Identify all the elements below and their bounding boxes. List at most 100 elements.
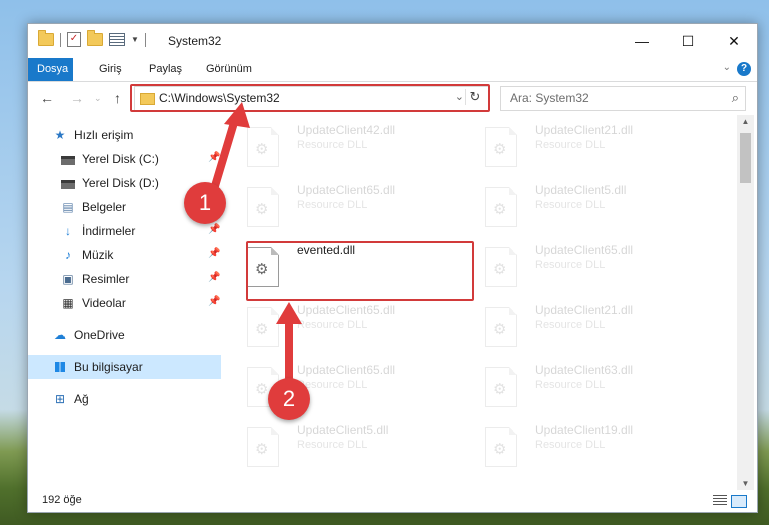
file-type: Resource DLL [535,259,606,271]
dll-file-icon: ⚙ [247,307,279,347]
help-button[interactable]: ? [737,62,751,76]
maximize-button[interactable]: ☐ [665,24,711,58]
sidebar-item-this-pc[interactable]: Bu bilgisayar [28,355,221,379]
file-name: UpdateClient65.dll [297,363,396,377]
recent-locations-icon[interactable]: ⌄ [94,93,102,104]
properties-check-icon[interactable]: ✓ [67,32,81,47]
file-name: UpdateClient65.dll [297,183,396,197]
sidebar-item-label: Hızlı erişim [74,128,134,142]
music-icon: ♪ [65,248,71,262]
title-bar: ✓ ▼ System32 — ☐ ✕ [28,24,757,58]
quick-access-toolbar: ✓ ▼ [38,30,146,47]
file-name: UpdateClient19.dll [535,423,634,437]
pin-icon: 📌 [208,248,221,259]
pin-icon: 📌 [208,296,221,307]
sidebar-item-label: İndirmeler [82,224,136,238]
back-button[interactable]: ← [40,90,54,106]
new-folder-icon[interactable] [87,30,103,46]
file-item[interactable]: ⚙ UpdateClient21.dll Resource DLL [481,299,701,355]
tab-dosya[interactable]: Dosya [28,58,73,81]
file-name: UpdateClient42.dll [297,123,396,137]
sidebar-item-onedrive[interactable]: ☁ OneDrive [28,323,221,347]
file-name: UpdateClient65.dll [297,303,396,317]
vertical-scrollbar[interactable]: ▲ ▼ [737,115,754,490]
file-item[interactable]: ⚙ UpdateClient5.dll Resource DLL [243,419,463,475]
close-button[interactable]: ✕ [711,24,757,58]
file-item[interactable]: ⚙ UpdateClient42.dll Resource DLL [243,119,463,175]
gear-icon: ⚙ [493,141,507,158]
file-type: Resource DLL [535,199,606,211]
status-bar: 192 öğe [28,490,757,512]
gear-icon: ⚙ [493,321,507,338]
network-icon: ⊞ [54,392,66,406]
dropdown-arrow-icon[interactable]: ▼ [131,35,139,44]
sidebar-item-local-disk-c[interactable]: Yerel Disk (C:) 📌 [28,147,221,171]
forward-button[interactable]: → [70,90,84,106]
dll-file-icon: ⚙ [485,367,517,407]
tab-paylas[interactable]: Paylaş [139,58,192,81]
file-list: ⚙ UpdateClient42.dll Resource DLL ⚙ Upda… [241,115,735,490]
drive-icon [60,175,76,191]
file-type: Resource DLL [297,199,368,211]
sidebar-item-pictures[interactable]: ▣ Resimler 📌 [28,267,221,291]
tab-giris[interactable]: Giriş [89,58,132,81]
video-icon: ▦ [62,296,74,310]
folder-icon [38,30,54,46]
file-item[interactable]: ⚙ UpdateClient21.dll Resource DLL [481,119,701,175]
tab-gorunum[interactable]: Görünüm [196,58,262,81]
gear-icon: ⚙ [255,381,269,398]
file-name: UpdateClient21.dll [535,123,634,137]
large-icons-view-icon[interactable] [731,495,747,508]
dll-file-icon: ⚙ [485,307,517,347]
pin-icon: 📌 [208,152,221,163]
file-item[interactable]: ⚙ UpdateClient19.dll Resource DLL [481,419,701,475]
dll-file-icon: ⚙ [485,247,517,287]
scroll-thumb[interactable] [740,133,751,183]
sidebar-item-downloads[interactable]: ↓ İndirmeler 📌 [28,219,221,243]
sidebar-item-label: OneDrive [74,328,125,342]
file-name: UpdateClient5.dll [297,423,389,437]
navigation-pane: ★ Hızlı erişim Yerel Disk (C:) 📌 Yerel D… [28,119,221,494]
file-item[interactable]: ⚙ UpdateClient65.dll Resource DLL [243,179,463,235]
file-type: Resource DLL [297,439,368,451]
dll-file-icon: ⚙ [247,427,279,467]
sidebar-item-network[interactable]: ⊞ Ağ [28,387,221,411]
file-name: UpdateClient5.dll [535,183,627,197]
pin-icon: 📌 [208,224,221,235]
scroll-up-icon[interactable]: ▲ [737,117,754,126]
gear-icon: ⚙ [255,321,269,338]
customize-icon[interactable] [109,33,125,46]
file-item[interactable]: ⚙ UpdateClient5.dll Resource DLL [481,179,701,235]
file-type: Resource DLL [535,139,606,151]
gear-icon: ⚙ [255,441,269,458]
sidebar-item-music[interactable]: ♪ Müzik 📌 [28,243,221,267]
evented-file-highlight [246,241,474,301]
file-item[interactable]: ⚙ UpdateClient65.dll Resource DLL [481,239,701,295]
file-item[interactable]: ⚙ UpdateClient65.dll Resource DLL [243,299,463,355]
divider [60,32,61,47]
download-icon: ↓ [65,224,71,238]
sidebar-item-label: Yerel Disk (C:) [82,152,159,166]
minimize-button[interactable]: — [619,24,665,58]
file-type: Resource DLL [297,319,368,331]
search-icon[interactable]: ⌕ [732,90,739,106]
step-badge-1: 1 [184,182,226,224]
file-item[interactable]: ⚙ UpdateClient63.dll Resource DLL [481,359,701,415]
sidebar-item-label: Bu bilgisayar [74,360,143,374]
dll-file-icon: ⚙ [247,127,279,167]
sidebar-item-videos[interactable]: ▦ Videolar 📌 [28,291,221,315]
gear-icon: ⚙ [493,381,507,398]
dll-file-icon: ⚙ [485,127,517,167]
dll-file-icon: ⚙ [485,187,517,227]
sidebar-item-quick-access[interactable]: ★ Hızlı erişim [28,123,221,147]
search-input[interactable]: Ara: System32 ⌕ [500,86,746,111]
search-placeholder: Ara: System32 [510,91,589,105]
up-button[interactable]: ↑ [114,90,121,106]
pin-icon: 📌 [208,272,221,283]
file-name: UpdateClient63.dll [535,363,634,377]
gear-icon: ⚙ [493,261,507,278]
ribbon-expand-icon[interactable]: ⌄ [723,62,731,73]
scroll-down-icon[interactable]: ▼ [737,479,754,488]
details-view-icon[interactable] [713,495,727,506]
gear-icon: ⚙ [493,201,507,218]
